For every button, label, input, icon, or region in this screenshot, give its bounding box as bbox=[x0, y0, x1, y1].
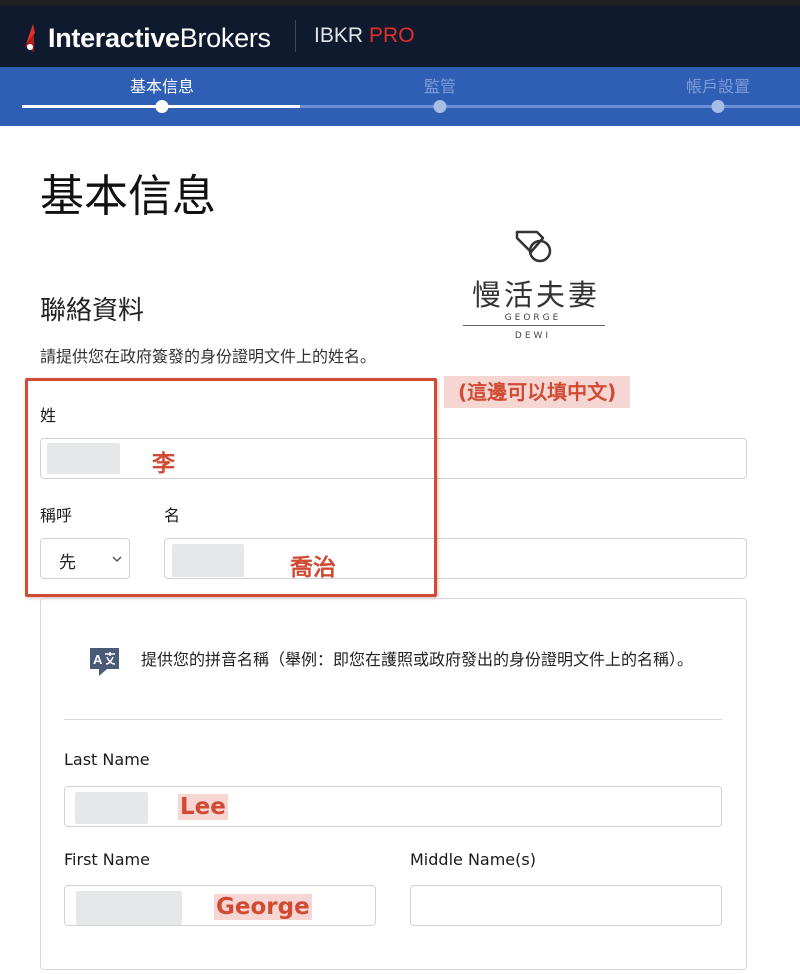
step-basic-info[interactable]: 基本信息 bbox=[130, 73, 194, 97]
last-name-input[interactable] bbox=[64, 786, 722, 827]
first-name-label: First Name bbox=[64, 850, 150, 869]
last-name-label: Last Name bbox=[64, 750, 150, 769]
brand-logo[interactable]: InteractiveBrokers bbox=[22, 18, 271, 58]
step-dot-account-setup[interactable] bbox=[711, 100, 725, 113]
brand-name: InteractiveBrokers bbox=[48, 22, 271, 53]
status-strip bbox=[0, 0, 800, 6]
watermark-title: 慢活夫妻 bbox=[472, 278, 601, 312]
step-dot-regulatory[interactable] bbox=[433, 100, 447, 113]
header-divider bbox=[295, 20, 296, 52]
middle-name-input[interactable] bbox=[410, 885, 722, 926]
card-divider bbox=[64, 719, 722, 720]
watermark-logo: 慢活夫妻 GEORGE DEWI bbox=[458, 224, 608, 344]
product-name: IBKR PRO bbox=[314, 24, 415, 47]
page-title: 基本信息 bbox=[40, 171, 216, 222]
progress-stepper: 基本信息 監管 帳戶設置 bbox=[0, 67, 800, 126]
step-dot-basic-info[interactable] bbox=[155, 100, 169, 113]
diamond-ring-icon bbox=[515, 230, 552, 263]
step-regulatory[interactable]: 監管 bbox=[424, 73, 456, 97]
watermark-sub-george: GEORGE bbox=[504, 313, 562, 323]
ib-logo-icon bbox=[25, 24, 35, 52]
section-title: 聯絡資料 bbox=[40, 296, 145, 326]
annotation-chinese-note: (這邊可以填中文) bbox=[444, 376, 631, 408]
watermark-divider bbox=[463, 325, 605, 326]
app-header: InteractiveBrokers IBKR PRO bbox=[0, 0, 800, 67]
step-account-setup[interactable]: 帳戶設置 bbox=[686, 73, 750, 97]
romanized-hint: 提供您的拼音名稱（舉例：即您在護照或政府發出的身份證明文件上的名稱）。 bbox=[141, 650, 694, 669]
svg-text:A: A bbox=[93, 652, 103, 667]
translate-icon: A bbox=[90, 648, 119, 676]
section-description: 請提供您在政府簽發的身份證明文件上的姓名。 bbox=[40, 347, 377, 366]
annotation-last-name: Lee bbox=[178, 794, 228, 820]
redaction-mask bbox=[75, 792, 148, 824]
middle-name-label: Middle Name(s) bbox=[410, 850, 536, 869]
redaction-mask bbox=[76, 891, 182, 925]
annotation-highlight-box bbox=[25, 378, 437, 597]
annotation-first-name: George bbox=[214, 894, 312, 920]
watermark-sub-dewi: DEWI bbox=[514, 331, 552, 341]
